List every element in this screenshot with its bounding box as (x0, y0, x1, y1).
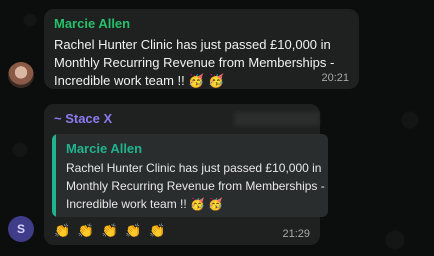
sender-avatar[interactable]: S (8, 216, 34, 242)
message-bubble[interactable]: Marcie Allen Rachel Hunter Clinic has ju… (44, 9, 359, 89)
message-text: Rachel Hunter Clinic has just passed £10… (54, 37, 335, 88)
message-timestamp: 20:21 (321, 72, 349, 84)
quoted-message-text: Rachel Hunter Clinic has just passed £10… (66, 161, 325, 211)
quoted-message[interactable]: Marcie Allen Rachel Hunter Clinic has ju… (52, 134, 328, 217)
message-text: 👏 👏 👏 👏 👏 (54, 223, 168, 238)
sender-name[interactable]: Marcie Allen (54, 16, 130, 31)
sender-name[interactable]: ~ Stace X (54, 111, 112, 126)
sender-avatar[interactable] (8, 62, 34, 88)
message-timestamp: 21:29 (282, 228, 310, 240)
quoted-sender-name: Marcie Allen (66, 141, 143, 156)
quote-accent-bar (52, 134, 56, 217)
message-bubble[interactable]: ~ Stace X Marcie Allen Rachel Hunter Cli… (44, 104, 328, 245)
redacted-phone-number (234, 112, 320, 126)
